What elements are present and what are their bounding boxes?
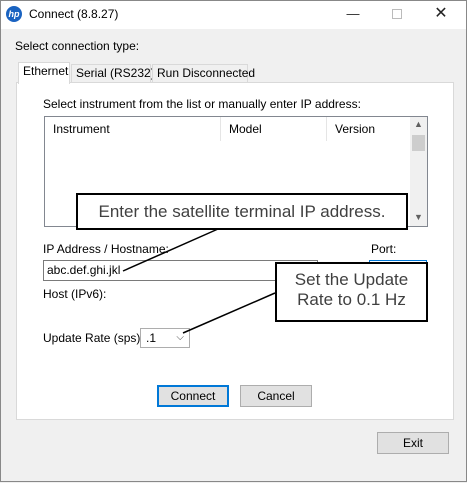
ip-address-label: IP Address / Hostname: bbox=[43, 242, 169, 256]
connect-button[interactable]: Connect bbox=[157, 385, 229, 407]
update-rate-callout: Set the Update Rate to 0.1 Hz bbox=[275, 262, 428, 322]
update-rate-select[interactable]: .1 ⌵ bbox=[140, 328, 190, 348]
connection-type-label: Select connection type: bbox=[15, 39, 140, 53]
connect-dialog: hp Connect (8.8.27) — ✕ Select connectio… bbox=[0, 0, 467, 482]
instrument-prompt: Select instrument from the list or manua… bbox=[43, 97, 361, 111]
rate-callout-line-1: Set the Update bbox=[294, 270, 409, 289]
ip-address-callout: Enter the satellite terminal IP address. bbox=[76, 193, 408, 230]
tab-ethernet[interactable]: Ethernet bbox=[18, 62, 70, 84]
chevron-down-icon: ⌵ bbox=[176, 332, 184, 343]
tab-run-disconnected[interactable]: Run Disconnected bbox=[152, 64, 255, 83]
hp-logo-icon: hp bbox=[6, 6, 22, 22]
exit-button[interactable]: Exit bbox=[377, 432, 449, 454]
port-label: Port: bbox=[371, 242, 397, 256]
tab-serial[interactable]: Serial (RS232) bbox=[71, 64, 155, 83]
scroll-thumb[interactable] bbox=[412, 135, 425, 151]
column-header-version[interactable]: Version bbox=[327, 117, 411, 141]
list-scrollbar[interactable]: ▲ ▼ bbox=[410, 117, 427, 226]
maximize-button[interactable] bbox=[375, 1, 419, 29]
maximize-icon bbox=[392, 9, 402, 19]
rate-callout-line-2: Rate to 0.1 Hz bbox=[297, 290, 406, 309]
scroll-down-icon[interactable]: ▼ bbox=[410, 212, 427, 222]
minimize-button[interactable]: — bbox=[331, 1, 375, 29]
column-header-instrument[interactable]: Instrument bbox=[45, 117, 221, 141]
title-bar[interactable]: hp Connect (8.8.27) — ✕ bbox=[1, 1, 466, 29]
close-button[interactable]: ✕ bbox=[419, 1, 463, 29]
column-header-model[interactable]: Model bbox=[221, 117, 327, 141]
update-rate-value: .1 bbox=[146, 331, 157, 345]
host-ipv6-label: Host (IPv6): bbox=[43, 287, 107, 301]
window-title: Connect (8.8.27) bbox=[29, 7, 119, 21]
cancel-button[interactable]: Cancel bbox=[240, 385, 312, 407]
update-rate-label: Update Rate (sps): bbox=[43, 331, 144, 345]
scroll-up-icon[interactable]: ▲ bbox=[410, 119, 427, 129]
